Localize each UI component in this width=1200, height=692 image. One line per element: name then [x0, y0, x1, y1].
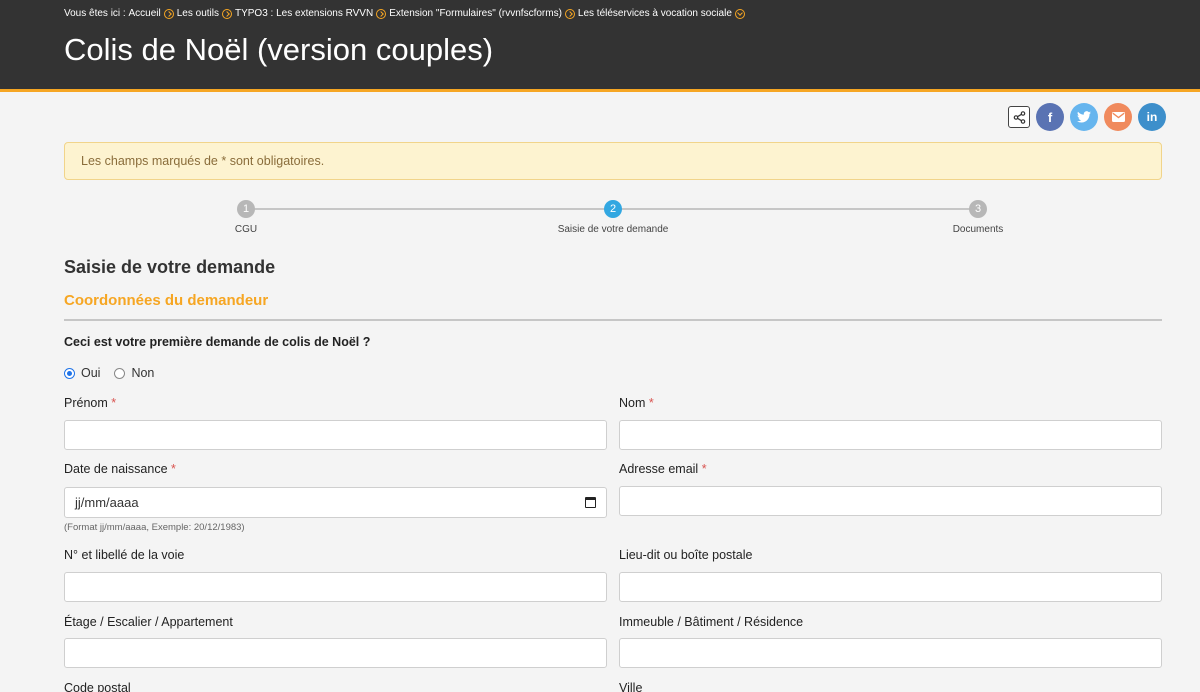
- required-marker: *: [111, 396, 117, 410]
- immeuble-input[interactable]: [619, 638, 1162, 668]
- section-title: Saisie de votre demande: [64, 257, 276, 277]
- ville-label: Ville: [619, 681, 643, 692]
- required-marker: *: [701, 462, 707, 476]
- radio-oui-label[interactable]: Oui: [81, 366, 100, 380]
- voie-label: N° et libellé de la voie: [64, 548, 185, 562]
- step-label: Saisie de votre demande: [557, 224, 669, 235]
- date-naissance-label: Date de naissance *: [64, 462, 176, 476]
- nom-input[interactable]: [619, 420, 1162, 450]
- breadcrumb-link-teleservices[interactable]: Les téléservices à vocation sociale: [578, 8, 732, 19]
- date-naissance-label-text: Date de naissance: [64, 462, 168, 476]
- breadcrumb: Vous êtes ici : Accueil Les outils TYPO3…: [64, 8, 748, 19]
- code-postal-label: Code postal: [64, 681, 131, 692]
- breadcrumb-prefix: Vous êtes ici :: [64, 8, 126, 19]
- step-number: 1: [237, 200, 255, 218]
- share-bar: f in: [1008, 103, 1166, 131]
- chevron-right-icon: [376, 8, 387, 19]
- radio-non-label[interactable]: Non: [131, 366, 154, 380]
- page-title: Colis de Noël (version couples): [64, 32, 494, 67]
- step-documents[interactable]: 3 Documents: [888, 200, 1068, 235]
- email-label: Adresse email *: [619, 462, 707, 476]
- immeuble-label: Immeuble / Bâtiment / Résidence: [619, 615, 804, 629]
- linkedin-icon[interactable]: in: [1138, 103, 1166, 131]
- facebook-icon[interactable]: f: [1036, 103, 1064, 131]
- breadcrumb-link-accueil[interactable]: Accueil: [128, 8, 160, 19]
- voie-input[interactable]: [64, 572, 607, 602]
- prenom-label-text: Prénom: [64, 396, 108, 410]
- share-icon[interactable]: [1008, 106, 1030, 128]
- notice-text: Les champs marqués de * sont obligatoire…: [81, 154, 325, 168]
- etage-label: Étage / Escalier / Appartement: [64, 615, 233, 629]
- chevron-right-icon: [564, 8, 575, 19]
- nom-label: Nom *: [619, 396, 654, 410]
- email-input[interactable]: [619, 486, 1162, 516]
- lieu-dit-label: Lieu-dit ou boîte postale: [619, 548, 753, 562]
- etage-input[interactable]: [64, 638, 607, 668]
- date-placeholder: jj/mm/aaaa: [75, 495, 139, 510]
- progress-stepper: 1 CGU 2 Saisie de votre demande 3 Docume…: [64, 198, 1162, 242]
- chevron-right-icon: [163, 8, 174, 19]
- step-label: Documents: [952, 224, 1004, 235]
- twitter-icon[interactable]: [1070, 103, 1098, 131]
- breadcrumb-link-typo3[interactable]: TYPO3 : Les extensions RVVN: [235, 8, 373, 19]
- step-saisie[interactable]: 2 Saisie de votre demande: [523, 200, 703, 235]
- prenom-label: Prénom *: [64, 396, 116, 410]
- chevron-right-icon: [221, 8, 232, 19]
- first-request-question: Ceci est votre première demande de colis…: [64, 335, 371, 349]
- breadcrumb-link-outils[interactable]: Les outils: [177, 8, 219, 19]
- nom-label-text: Nom: [619, 396, 646, 410]
- breadcrumb-link-extension[interactable]: Extension "Formulaires" (rvvnfscforms): [389, 8, 562, 19]
- radio-oui[interactable]: [64, 367, 75, 379]
- required-marker: *: [648, 396, 654, 410]
- step-number: 3: [969, 200, 987, 218]
- first-request-radio-group: Oui Non: [64, 366, 168, 380]
- chevron-down-icon: [734, 8, 745, 19]
- required-fields-notice: Les champs marqués de * sont obligatoire…: [64, 142, 1162, 180]
- step-number: 2: [604, 200, 622, 218]
- page-header: Vous êtes ici : Accueil Les outils TYPO3…: [0, 0, 1200, 92]
- required-marker: *: [171, 462, 176, 476]
- lieu-dit-input[interactable]: [619, 572, 1162, 602]
- date-naissance-input[interactable]: jj/mm/aaaa: [64, 487, 607, 518]
- mail-icon[interactable]: [1104, 103, 1132, 131]
- divider: [64, 319, 1162, 321]
- calendar-icon[interactable]: [585, 497, 596, 508]
- radio-non[interactable]: [114, 367, 126, 379]
- subsection-title: Coordonnées du demandeur: [64, 292, 269, 309]
- email-label-text: Adresse email: [619, 462, 699, 476]
- step-cgu[interactable]: 1 CGU: [156, 200, 336, 235]
- date-format-help: (Format jj/mm/aaaa, Exemple: 20/12/1983): [64, 522, 245, 533]
- prenom-input[interactable]: [64, 420, 607, 450]
- step-label: CGU: [234, 224, 258, 235]
